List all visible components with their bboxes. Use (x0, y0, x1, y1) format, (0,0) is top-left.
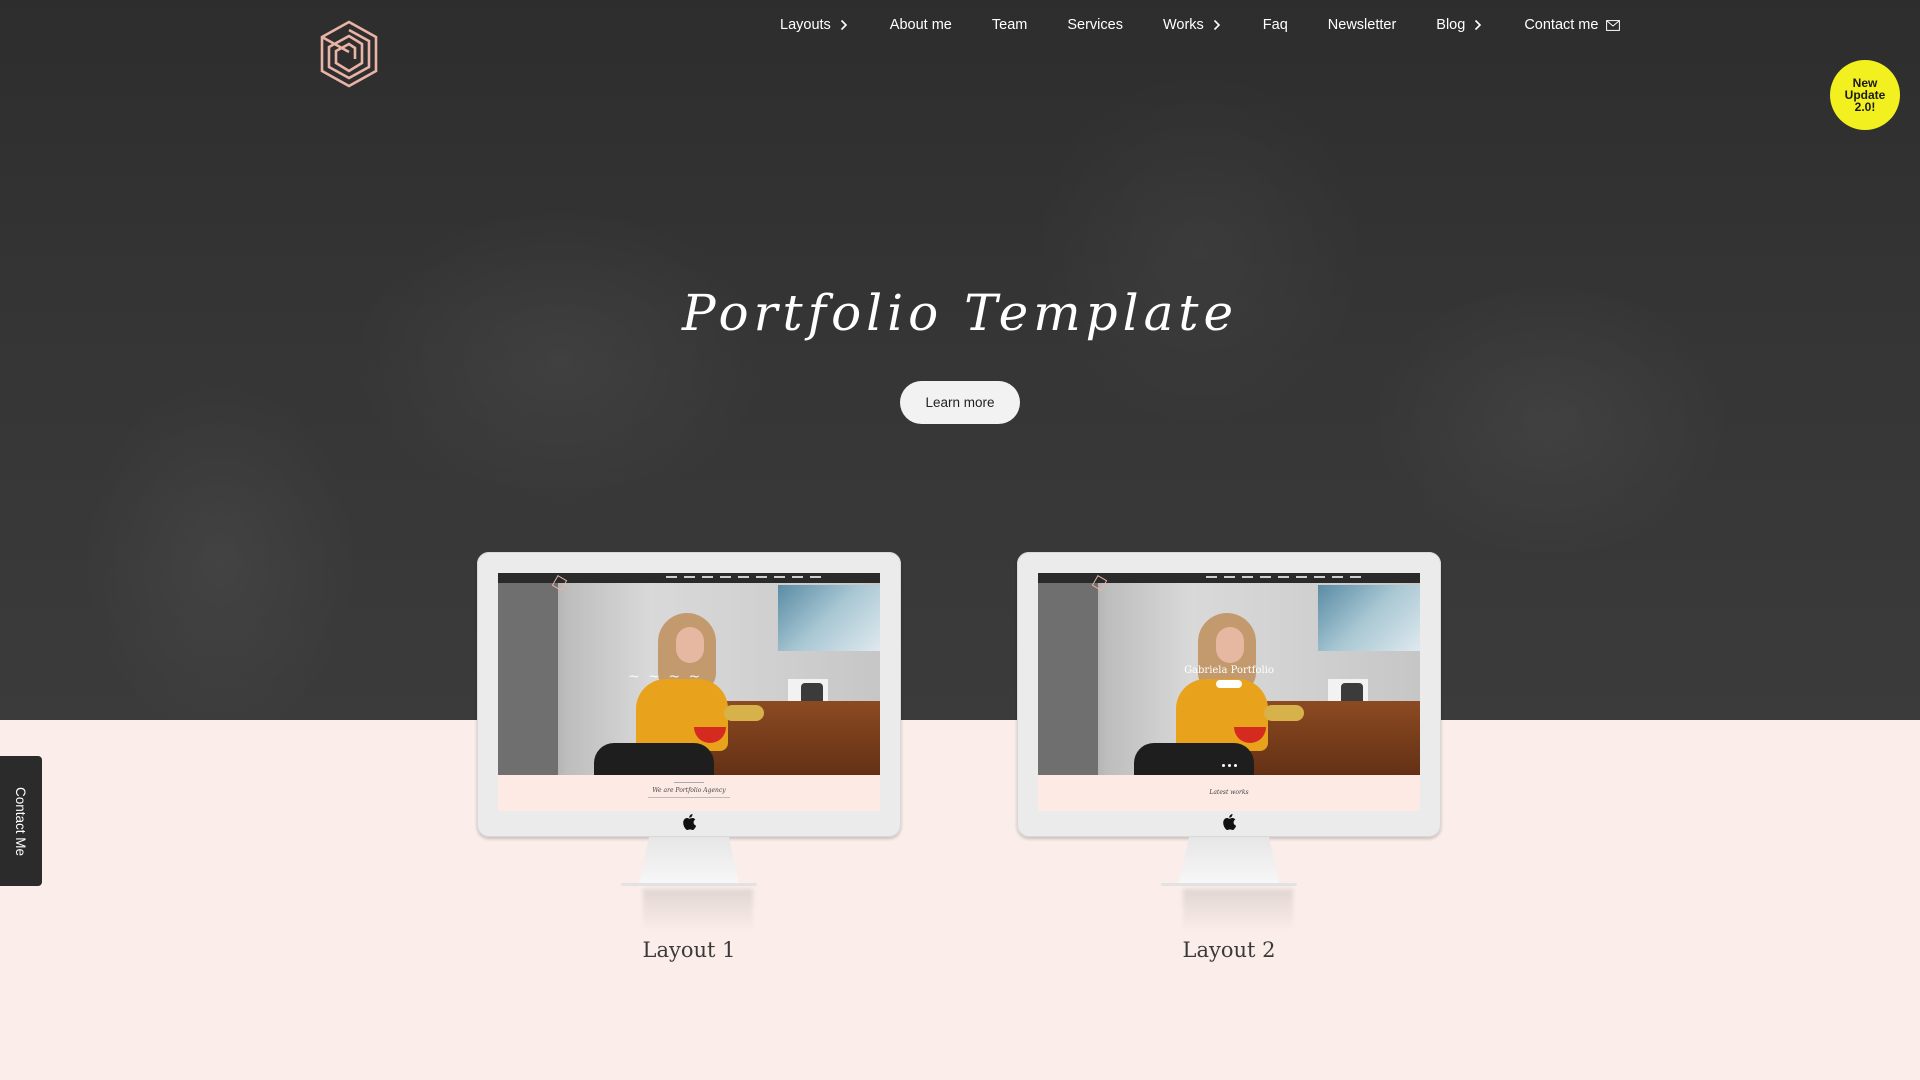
preview-heading: We are Portfolio Agency (652, 787, 726, 794)
nav-item-label: Blog (1436, 17, 1466, 33)
main-nav: Layouts About me Team Services Works Faq… (780, 14, 1621, 36)
layout-1-link[interactable]: Layout 1 (477, 938, 901, 962)
learn-more-label: Learn more (925, 395, 995, 410)
nav-item-team[interactable]: Team (992, 17, 1027, 33)
preview-photo (1038, 583, 1420, 775)
nav-item-works[interactable]: Works (1163, 17, 1223, 33)
preview-hero-name: Gabriela Portfolio (1184, 665, 1274, 676)
mail-icon (1606, 19, 1621, 31)
layout-card-2: Gabriela Portfolio Latest works Layout 2 (1017, 552, 1441, 962)
preview-hero-script: ~ ~ ~ ~ (628, 669, 703, 685)
nav-item-blog[interactable]: Blog (1436, 17, 1484, 33)
nav-item-services[interactable]: Services (1067, 17, 1123, 33)
apple-icon (683, 814, 696, 830)
nav-item-label: Contact me (1524, 17, 1599, 33)
new-update-badge[interactable]: New Update 2.0! (1830, 60, 1900, 130)
layout-2-preview[interactable]: Gabriela Portfolio Latest works (1017, 552, 1441, 837)
layout-card-1: ~ ~ ~ ~ We are Portfolio Agency Layout 1 (477, 552, 901, 962)
side-tab-label: Contact Me (13, 786, 29, 856)
nav-item-label: Works (1162, 17, 1204, 33)
chevron-right-icon (840, 19, 850, 31)
preview-screen: ~ ~ ~ ~ We are Portfolio Agency (498, 573, 880, 811)
monitor-stand (1161, 837, 1297, 931)
nav-item-newsletter[interactable]: Newsletter (1328, 17, 1397, 33)
preview-heading: Latest works (1209, 789, 1249, 796)
nav-item-contact-me[interactable]: Contact me (1524, 17, 1621, 33)
nav-item-label: Newsletter (1327, 17, 1397, 33)
preview-hero-button (1216, 680, 1242, 688)
nav-item-label: Services (1067, 17, 1123, 33)
nav-item-faq[interactable]: Faq (1263, 17, 1288, 33)
nav-item-label: Faq (1262, 17, 1288, 33)
badge-text: New Update 2.0! (1844, 76, 1886, 114)
preview-slider-dots (1222, 764, 1240, 767)
contact-me-side-tab[interactable]: Contact Me (0, 756, 42, 886)
layout-2-link[interactable]: Layout 2 (1017, 938, 1441, 962)
chevron-right-icon (1213, 19, 1223, 31)
nav-item-label: Layouts (780, 17, 831, 33)
hero-title: Portfolio Template (640, 268, 1280, 368)
layout-1-preview[interactable]: ~ ~ ~ ~ We are Portfolio Agency (477, 552, 901, 837)
nav-item-label: Team (991, 17, 1028, 33)
preview-screen: Gabriela Portfolio Latest works (1038, 573, 1420, 811)
chevron-right-icon (1474, 19, 1484, 31)
hero-title-text: Portfolio Template (681, 284, 1238, 342)
monitor-stand (621, 837, 757, 931)
logo-icon[interactable] (318, 20, 380, 88)
learn-more-button[interactable]: Learn more (900, 381, 1020, 424)
nav-item-about-me[interactable]: About me (890, 17, 952, 33)
nav-item-layouts[interactable]: Layouts (780, 17, 850, 33)
nav-item-label: About me (889, 17, 952, 33)
apple-icon (1223, 814, 1236, 830)
